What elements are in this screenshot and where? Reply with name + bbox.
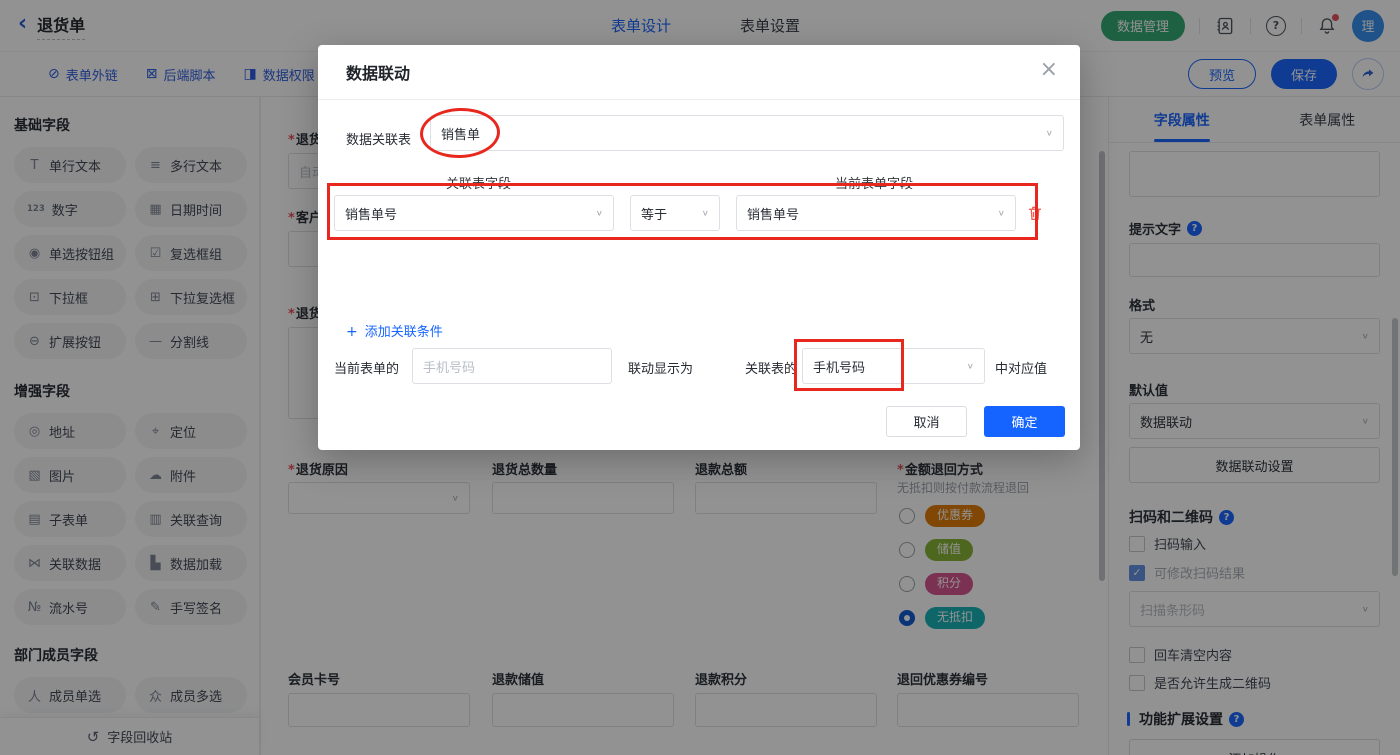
relation-table-label: 数据关联表 (346, 129, 411, 148)
condition-right-select[interactable]: 销售单号∨ (736, 195, 1016, 231)
data-linkage-modal: 数据联动 × 数据关联表 销售单∨ 关联表字段 当前表单字段 销售单号∨ 等于∨… (318, 45, 1080, 450)
form-designer-app: ‹ 退货单 表单设计 表单设置 数据管理 ? 理 ⊘ (0, 0, 1400, 755)
display-as-label: 联动显示为 (628, 358, 693, 377)
modal-title: 数据联动 (318, 45, 1080, 100)
matching-value-suffix: 中对应值 (995, 358, 1047, 377)
chevron-down-icon: ∨ (967, 362, 974, 371)
condition-operator-select[interactable]: 等于∨ (630, 195, 720, 231)
current-form-label: 当前表单的 (334, 358, 399, 377)
relation-table-select[interactable]: 销售单∨ (430, 115, 1064, 151)
chevron-down-icon: ∨ (702, 209, 709, 218)
confirm-button[interactable]: 确定 (984, 406, 1065, 437)
related-field-column-header: 关联表字段 (446, 173, 511, 192)
chevron-down-icon: ∨ (1046, 129, 1053, 138)
cancel-button[interactable]: 取消 (886, 406, 967, 437)
delete-condition-trash-icon[interactable] (1026, 203, 1044, 227)
chevron-down-icon: ∨ (596, 209, 603, 218)
condition-left-select[interactable]: 销售单号∨ (334, 195, 614, 231)
current-field-column-header: 当前表单字段 (835, 173, 913, 192)
chevron-down-icon: ∨ (998, 209, 1005, 218)
add-condition-link[interactable]: 添加关联条件 (346, 321, 443, 340)
current-field-input[interactable]: 手机号码 (412, 348, 612, 384)
related-table-label: 关联表的 (745, 358, 797, 377)
related-field-select[interactable]: 手机号码∨ (802, 348, 985, 384)
close-icon[interactable]: × (1040, 59, 1058, 81)
